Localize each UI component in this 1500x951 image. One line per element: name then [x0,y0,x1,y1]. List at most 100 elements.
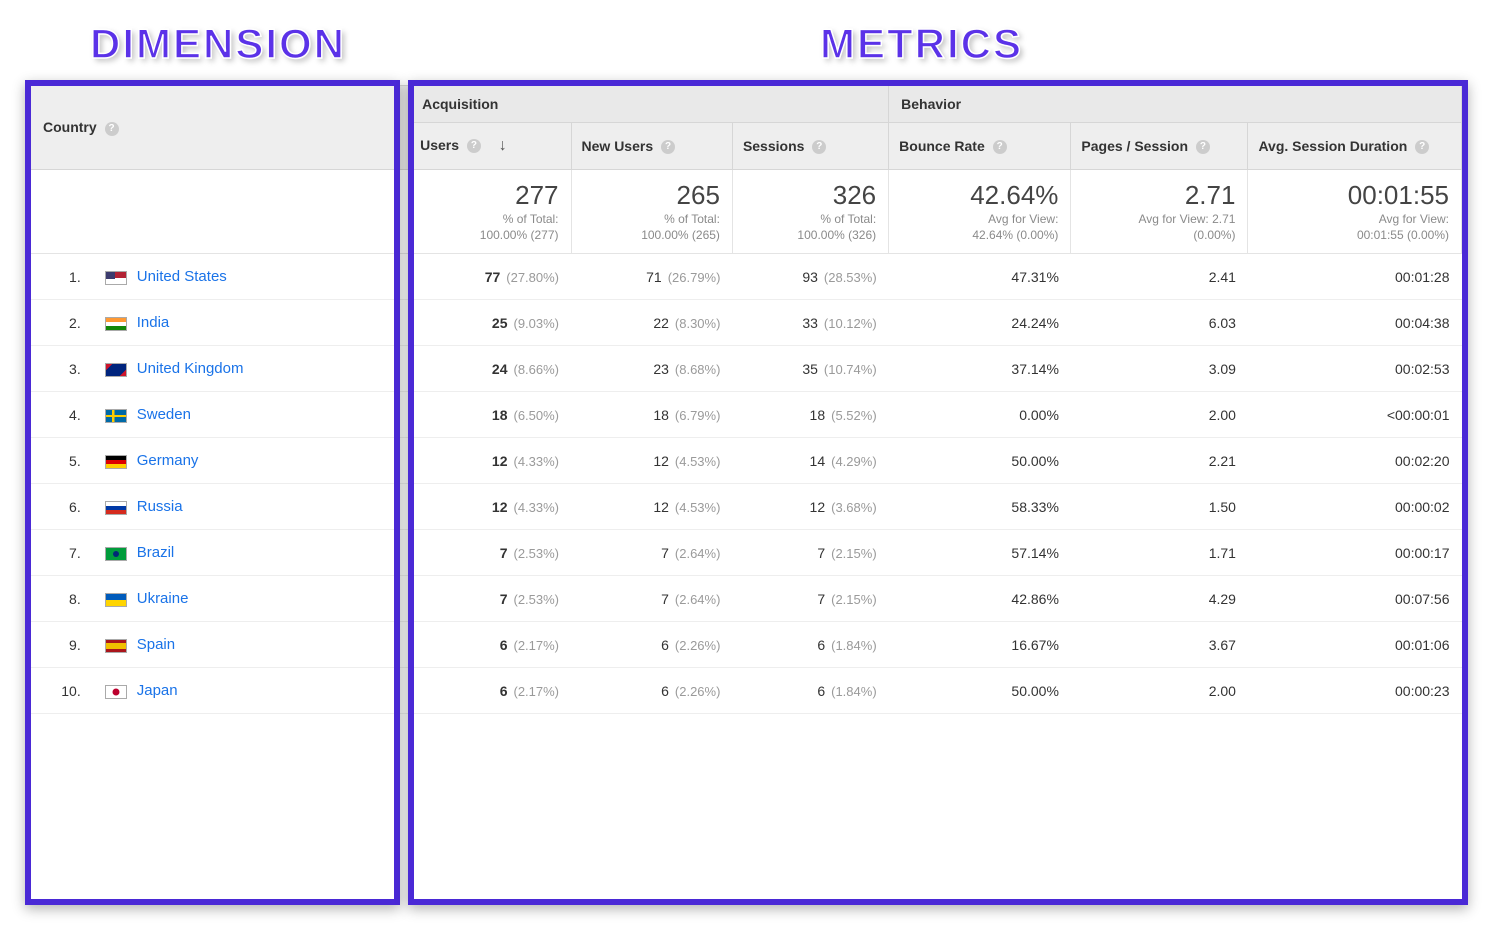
summary-dimension-empty [31,170,410,254]
table-row: 3.United Kingdom24(8.66%)23(8.68%)35(10.… [31,346,1462,392]
flag-icon [105,271,127,285]
country-link[interactable]: United States [137,268,227,285]
help-icon[interactable]: ? [1196,140,1210,154]
cell-avg-session-duration: 00:00:02 [1248,484,1462,530]
cell-sessions: 93(28.53%) [732,254,888,300]
country-link[interactable]: Germany [137,452,199,469]
cell-sessions: 6(1.84%) [732,668,888,714]
country-link[interactable]: Japan [137,682,178,699]
summary-pages-session-sub1: Avg for View: 2.71 [1083,211,1235,227]
cell-pages-session: 2.21 [1071,438,1248,484]
cell-avg-session-duration: 00:02:53 [1248,346,1462,392]
cell-users: 6(2.17%) [410,622,571,668]
summary-bounce-rate-value: 42.64% [901,180,1058,211]
table-row: 10.Japan6(2.17%)6(2.26%)6(1.84%)50.00%2.… [31,668,1462,714]
country-link[interactable]: Russia [137,498,183,515]
table-row: 1.United States77(27.80%)71(26.79%)93(28… [31,254,1462,300]
table-row: 9.Spain6(2.17%)6(2.26%)6(1.84%)16.67%3.6… [31,622,1462,668]
summary-pages-session-value: 2.71 [1083,180,1235,211]
cell-bounce-rate: 37.14% [889,346,1071,392]
header-avg-session-duration-label: Avg. Session Duration [1258,138,1407,154]
header-sessions-label: Sessions [743,138,804,154]
header-users[interactable]: Users ? ↓ [410,123,571,170]
country-link[interactable]: Sweden [137,406,191,423]
help-icon[interactable]: ? [105,122,119,136]
flag-icon [105,455,127,469]
cell-pages-session: 3.09 [1071,346,1248,392]
summary-bounce-rate-sub1: Avg for View: [901,211,1058,227]
cell-bounce-rate: 0.00% [889,392,1071,438]
header-bounce-rate-label: Bounce Rate [899,138,985,154]
cell-sessions: 33(10.12%) [732,300,888,346]
header-pages-session[interactable]: Pages / Session ? [1071,123,1248,170]
table-row: 4.Sweden18(6.50%)18(6.79%)18(5.52%)0.00%… [31,392,1462,438]
summary-sessions: 326 % of Total: 100.00% (326) [732,170,888,254]
sort-descending-icon[interactable]: ↓ [499,137,507,154]
cell-avg-session-duration: 00:00:17 [1248,530,1462,576]
table-row: 2.India25(9.03%)22(8.30%)33(10.12%)24.24… [31,300,1462,346]
row-country-cell[interactable]: Spain [87,622,410,668]
summary-pages-session-sub2: (0.00%) [1083,227,1235,243]
cell-bounce-rate: 58.33% [889,484,1071,530]
country-link[interactable]: Spain [137,636,175,653]
help-icon[interactable]: ? [1415,140,1429,154]
cell-users: 18(6.50%) [410,392,571,438]
cell-pages-session: 1.50 [1071,484,1248,530]
header-dimension-country[interactable]: Country ? [31,86,410,170]
flag-icon [105,547,127,561]
header-group-behavior: Behavior [889,86,1462,123]
cell-bounce-rate: 47.31% [889,254,1071,300]
row-country-cell[interactable]: Brazil [87,530,410,576]
summary-new-users-sub1: % of Total: [584,211,720,227]
row-country-cell[interactable]: United Kingdom [87,346,410,392]
row-rank: 8. [31,576,87,622]
cell-sessions: 7(2.15%) [732,576,888,622]
row-rank: 4. [31,392,87,438]
summary-avg-session-duration-sub2: 00:01:55 (0.00%) [1260,227,1449,243]
cell-new-users: 12(4.53%) [571,484,732,530]
cell-bounce-rate: 16.67% [889,622,1071,668]
cell-new-users: 7(2.64%) [571,530,732,576]
flag-icon [105,363,127,377]
row-country-cell[interactable]: Sweden [87,392,410,438]
row-country-cell[interactable]: Germany [87,438,410,484]
summary-new-users-value: 265 [584,180,720,211]
summary-sessions-value: 326 [745,180,876,211]
help-icon[interactable]: ? [467,139,481,153]
cell-sessions: 14(4.29%) [732,438,888,484]
summary-new-users-sub2: 100.00% (265) [584,227,720,243]
row-rank: 1. [31,254,87,300]
country-link[interactable]: Ukraine [137,590,189,607]
cell-sessions: 35(10.74%) [732,346,888,392]
cell-bounce-rate: 50.00% [889,438,1071,484]
country-link[interactable]: United Kingdom [137,360,244,377]
cell-users: 24(8.66%) [410,346,571,392]
row-country-cell[interactable]: Ukraine [87,576,410,622]
summary-bounce-rate: 42.64% Avg for View: 42.64% (0.00%) [889,170,1071,254]
cell-pages-session: 6.03 [1071,300,1248,346]
header-new-users[interactable]: New Users ? [571,123,732,170]
country-link[interactable]: India [137,314,170,331]
header-avg-session-duration[interactable]: Avg. Session Duration ? [1248,123,1462,170]
cell-new-users: 6(2.26%) [571,668,732,714]
flag-icon [105,409,127,423]
row-country-cell[interactable]: United States [87,254,410,300]
summary-bounce-rate-sub2: 42.64% (0.00%) [901,227,1058,243]
row-country-cell[interactable]: India [87,300,410,346]
cell-new-users: 22(8.30%) [571,300,732,346]
help-icon[interactable]: ? [812,140,826,154]
cell-sessions: 12(3.68%) [732,484,888,530]
summary-users: 277 % of Total: 100.00% (277) [410,170,571,254]
header-group-acquisition: Acquisition [410,86,889,123]
cell-bounce-rate: 57.14% [889,530,1071,576]
help-icon[interactable]: ? [993,140,1007,154]
row-rank: 9. [31,622,87,668]
help-icon[interactable]: ? [661,140,675,154]
row-country-cell[interactable]: Russia [87,484,410,530]
country-link[interactable]: Brazil [137,544,175,561]
cell-new-users: 23(8.68%) [571,346,732,392]
row-country-cell[interactable]: Japan [87,668,410,714]
header-sessions[interactable]: Sessions ? [732,123,888,170]
cell-new-users: 6(2.26%) [571,622,732,668]
header-bounce-rate[interactable]: Bounce Rate ? [889,123,1071,170]
